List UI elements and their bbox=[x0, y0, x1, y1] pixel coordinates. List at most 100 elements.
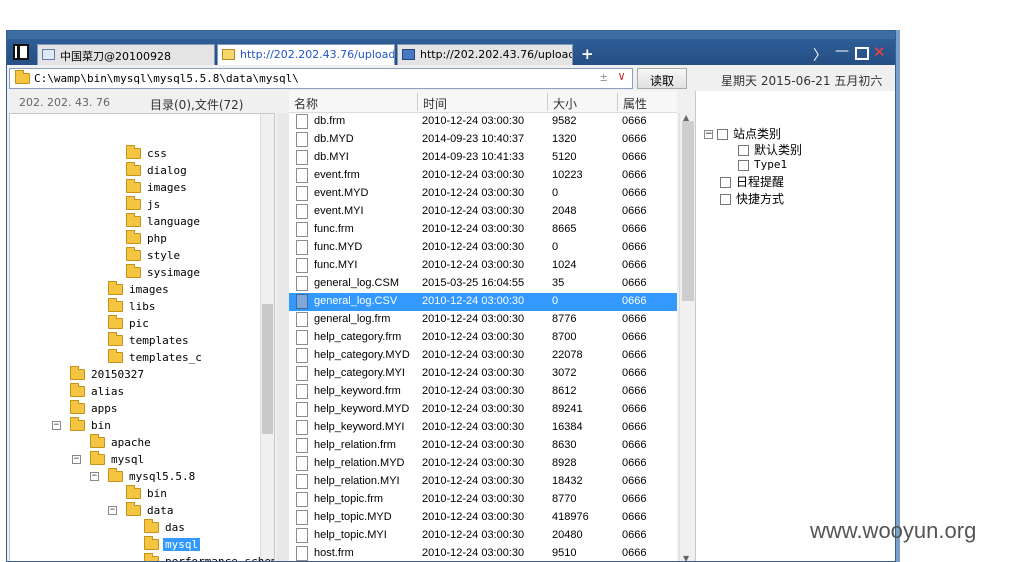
file-name: event.MYD bbox=[314, 187, 369, 199]
tree-node-label: pic bbox=[129, 317, 149, 330]
file-row[interactable]: help_keyword.MYI 2010-12-24 03:00:30 16384… bbox=[289, 419, 677, 437]
collapse-icon[interactable]: − bbox=[90, 472, 99, 481]
file-list-scrollbar[interactable]: ▲ ▼ bbox=[679, 113, 695, 561]
scroll-down-icon[interactable]: ▼ bbox=[683, 554, 689, 561]
file-list: db.frm 2010-12-24 03:00:30 9582 0666 db.MYD 2… bbox=[289, 113, 677, 561]
file-attr: 0666 bbox=[622, 133, 647, 145]
file-row[interactable]: help_topic.MYI 2010-12-24 03:00:30 20480 06… bbox=[289, 527, 677, 545]
scrollbar-thumb[interactable] bbox=[262, 304, 273, 434]
file-size: 8612 bbox=[552, 385, 577, 397]
shortcuts-node[interactable]: 快捷方式 bbox=[720, 190, 784, 207]
file-time: 2010-12-24 03:00:30 bbox=[422, 295, 525, 307]
file-icon bbox=[296, 510, 308, 525]
file-attr: 0666 bbox=[622, 511, 647, 523]
file-time: 2010-12-24 03:00:30 bbox=[422, 259, 525, 271]
background-window-edge bbox=[896, 30, 900, 562]
category-box-icon bbox=[738, 145, 749, 156]
file-row[interactable]: help_keyword.MYD 2010-12-24 03:00:30 89241… bbox=[289, 401, 677, 419]
file-attr: 0666 bbox=[622, 259, 647, 271]
collapse-icon[interactable]: − bbox=[72, 455, 81, 464]
collapse-icon[interactable]: − bbox=[108, 506, 117, 515]
add-tab-icon[interactable]: + bbox=[581, 45, 594, 63]
file-time: 2014-09-23 10:40:37 bbox=[422, 133, 525, 145]
file-row[interactable]: general_log.CSV 2010-12-24 03:00:30 0 0666 bbox=[289, 293, 677, 311]
file-row[interactable]: help_relation.MYI 2010-12-24 03:00:30 1843… bbox=[289, 473, 677, 491]
file-row[interactable]: help_relation.frm 2010-12-24 03:00:30 8630… bbox=[289, 437, 677, 455]
file-name: help_category.MYI bbox=[314, 367, 405, 379]
column-time[interactable]: 时间 bbox=[417, 93, 447, 111]
column-name[interactable]: 名称 bbox=[294, 95, 318, 112]
file-row[interactable]: host.frm 2010-12-24 03:00:30 9510 0666 bbox=[289, 545, 677, 561]
pane-splitter[interactable] bbox=[277, 113, 289, 561]
file-row[interactable]: event.frm 2010-12-24 03:00:30 10223 0666 bbox=[289, 167, 677, 185]
tab-file-manager[interactable]: http://202.202.43.76/upload/... bbox=[217, 44, 395, 65]
file-size: 35 bbox=[552, 277, 565, 289]
file-name: event.frm bbox=[314, 169, 360, 181]
file-size: 20480 bbox=[552, 529, 583, 541]
file-row[interactable]: db.MYD 2014-09-23 10:40:37 1320 0666 bbox=[289, 131, 677, 149]
file-size: 8665 bbox=[552, 223, 577, 235]
file-attr: 0666 bbox=[622, 223, 647, 235]
app-icon[interactable] bbox=[13, 44, 29, 60]
file-icon bbox=[296, 276, 308, 291]
tab-database[interactable]: http://202.202.43.76/upload/... bbox=[397, 44, 573, 65]
file-icon bbox=[296, 312, 308, 327]
file-row[interactable]: help_topic.frm 2010-12-24 03:00:30 8770 066… bbox=[289, 491, 677, 509]
file-row[interactable]: func.MYD 2010-12-24 03:00:30 0 0666 bbox=[289, 239, 677, 257]
address-bar: C:\wamp\bin\mysql\mysql5.5.8\data\mysql\… bbox=[7, 65, 895, 91]
column-size[interactable]: 大小 bbox=[547, 93, 577, 111]
file-row[interactable]: help_topic.MYD 2010-12-24 03:00:30 418976 0… bbox=[289, 509, 677, 527]
tree-node-label: images bbox=[147, 181, 187, 194]
file-row[interactable]: db.frm 2010-12-24 03:00:30 9582 0666 bbox=[289, 113, 677, 131]
schedule-node[interactable]: 日程提醒 bbox=[720, 173, 784, 190]
folder-icon bbox=[126, 485, 141, 502]
type1-node[interactable]: Type1 bbox=[738, 158, 787, 171]
file-row[interactable]: general_log.frm 2010-12-24 03:00:30 8776 06… bbox=[289, 311, 677, 329]
chevron-down-icon[interactable]: ∨ bbox=[618, 69, 625, 83]
file-row[interactable]: help_category.MYD 2010-12-24 03:00:30 2207… bbox=[289, 347, 677, 365]
file-name: general_log.frm bbox=[314, 313, 391, 325]
close-icon[interactable]: ✕ bbox=[873, 43, 886, 61]
file-row[interactable]: func.MYI 2010-12-24 03:00:30 1024 0666 bbox=[289, 257, 677, 275]
file-icon bbox=[296, 420, 308, 435]
maximize-icon[interactable] bbox=[855, 45, 869, 60]
column-attr[interactable]: 属性 bbox=[617, 93, 647, 111]
default-category-node[interactable]: 默认类别 bbox=[738, 141, 802, 158]
chevron-right-icon[interactable]: 〉 bbox=[813, 45, 827, 65]
file-row[interactable]: general_log.CSM 2015-03-25 16:04:55 35 0666 bbox=[289, 275, 677, 293]
path-input[interactable]: C:\wamp\bin\mysql\mysql5.5.8\data\mysql\… bbox=[9, 68, 633, 89]
file-time: 2014-09-23 10:41:33 bbox=[422, 151, 525, 163]
file-icon bbox=[296, 528, 308, 543]
file-row[interactable]: help_relation.MYD 2010-12-24 03:00:30 8928… bbox=[289, 455, 677, 473]
read-button[interactable]: 读取 bbox=[637, 68, 687, 89]
file-row[interactable]: help_keyword.frm 2010-12-24 03:00:30 8612 0… bbox=[289, 383, 677, 401]
folder-icon bbox=[126, 179, 141, 196]
file-time: 2010-12-24 03:00:30 bbox=[422, 421, 525, 433]
file-attr: 0666 bbox=[622, 385, 647, 397]
file-row[interactable]: db.MYI 2014-09-23 10:41:33 5120 0666 bbox=[289, 149, 677, 167]
file-row[interactable]: event.MYI 2010-12-24 03:00:30 2048 0666 bbox=[289, 203, 677, 221]
collapse-icon[interactable]: − bbox=[52, 421, 61, 430]
file-icon bbox=[296, 456, 308, 471]
file-name: help_relation.MYD bbox=[314, 457, 405, 469]
tree-node-label: images bbox=[129, 283, 169, 296]
file-icon bbox=[296, 546, 308, 561]
file-row[interactable]: help_category.frm 2010-12-24 03:00:30 8700… bbox=[289, 329, 677, 347]
file-name: help_topic.MYI bbox=[314, 529, 387, 541]
file-row[interactable]: event.MYD 2010-12-24 03:00:30 0 0666 bbox=[289, 185, 677, 203]
file-row[interactable]: help_category.MYI 2010-12-24 03:00:30 3072… bbox=[289, 365, 677, 383]
minimize-icon[interactable]: — bbox=[835, 43, 849, 59]
site-category-node[interactable]: − 站点类别 bbox=[704, 125, 781, 142]
collapse-icon[interactable]: − bbox=[704, 130, 713, 139]
file-attr: 0666 bbox=[622, 547, 647, 559]
tree-scrollbar[interactable] bbox=[260, 114, 274, 561]
file-attr: 0666 bbox=[622, 457, 647, 469]
scrollbar-thumb[interactable] bbox=[682, 121, 694, 301]
node-label: 站点类别 bbox=[733, 127, 782, 141]
file-row[interactable]: func.frm 2010-12-24 03:00:30 8665 0666 bbox=[289, 221, 677, 239]
file-attr: 0666 bbox=[622, 529, 647, 541]
plus-minus-icon[interactable]: ± bbox=[600, 70, 607, 84]
tree-node-label: bin bbox=[147, 487, 167, 500]
tab-chopper-home[interactable]: 中国菜刀@20100928 bbox=[37, 44, 215, 65]
file-size: 22078 bbox=[552, 349, 583, 361]
